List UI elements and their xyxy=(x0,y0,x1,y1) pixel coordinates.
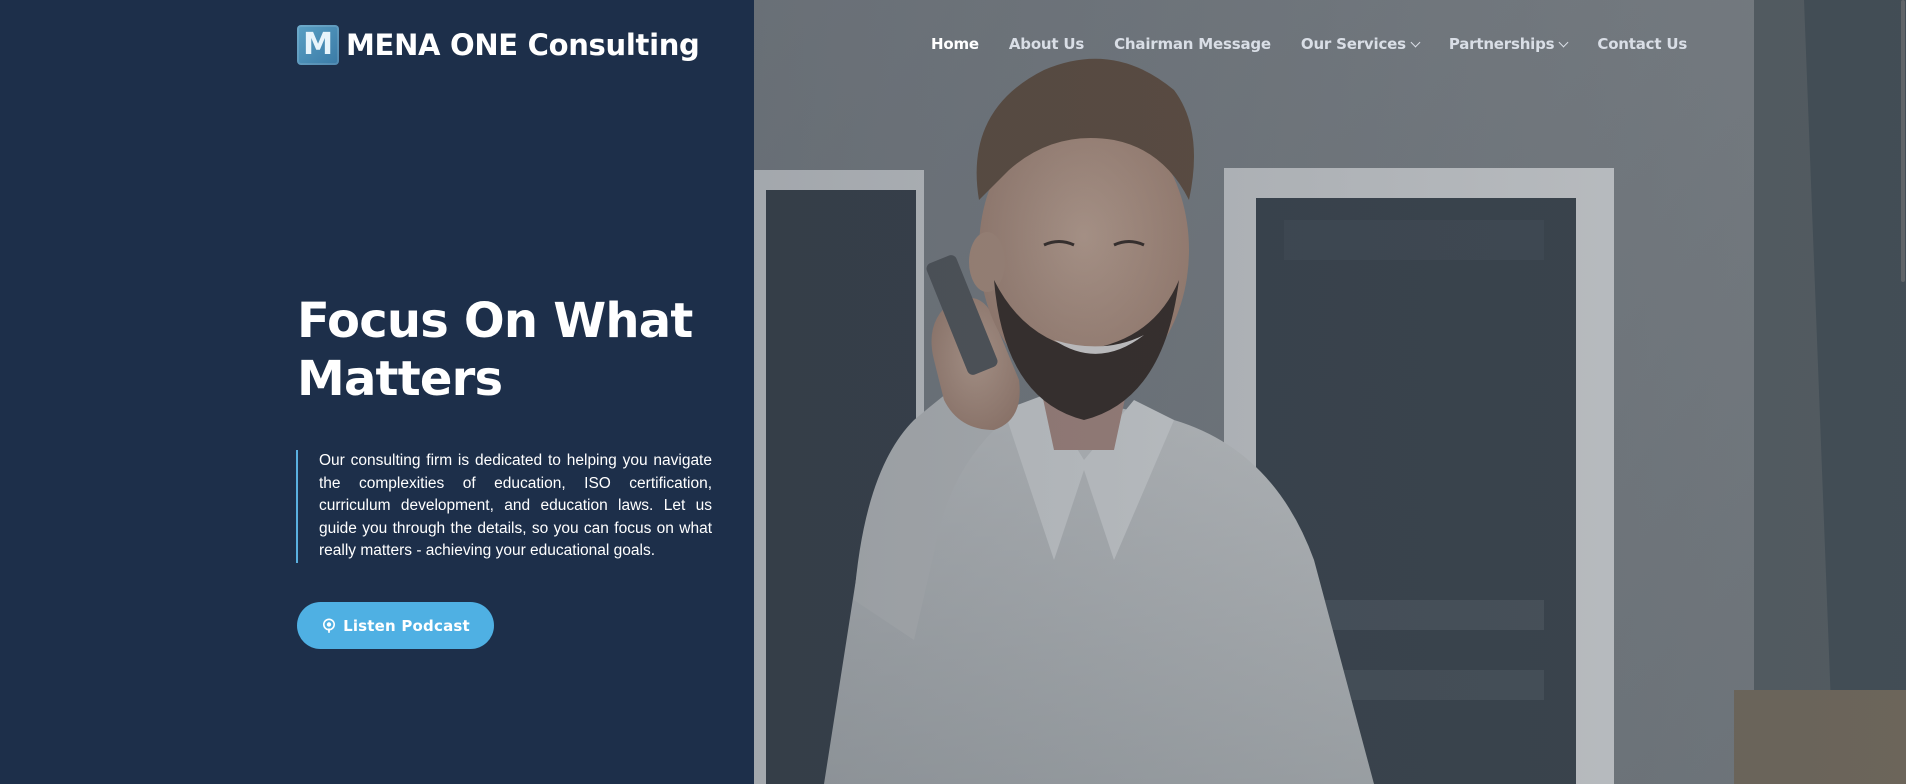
page-scrollbar[interactable] xyxy=(1900,0,1906,784)
nav-item-label: Our Services xyxy=(1300,35,1406,53)
nav-item-label: Contact Us xyxy=(1597,35,1688,53)
nav-item-label: Home xyxy=(931,35,979,53)
hero-title-line-1: Focus On What xyxy=(297,293,693,349)
hero-title: Focus On What Matters xyxy=(297,292,727,408)
nav-item-contact-us[interactable]: Contact Us xyxy=(1597,35,1687,53)
nav-item-our-services[interactable]: Our Services xyxy=(1300,35,1421,53)
listen-podcast-label: Listen Podcast xyxy=(343,616,470,635)
main-nav: Home About Us Chairman Message Our Servi… xyxy=(931,35,1687,53)
nav-item-home[interactable]: Home xyxy=(931,35,979,53)
nav-item-label: About Us xyxy=(1008,35,1085,53)
nav-item-label: Partnerships xyxy=(1448,35,1555,53)
hero-title-line-2: Matters xyxy=(297,351,503,407)
logo-mark-icon: M xyxy=(297,25,339,65)
nav-item-partnerships[interactable]: Partnerships xyxy=(1448,35,1569,53)
nav-item-chairman-message[interactable]: Chairman Message xyxy=(1114,35,1271,53)
chevron-down-icon xyxy=(1410,37,1421,47)
scrollbar-thumb[interactable] xyxy=(1901,0,1905,282)
nav-item-about-us[interactable]: About Us xyxy=(1009,35,1084,53)
chevron-down-icon xyxy=(1558,37,1569,47)
page: M MENA ONE Consulting Home About Us Chai… xyxy=(0,0,1906,784)
brand-name: MENA ONE Consulting xyxy=(346,28,700,62)
podcast-icon xyxy=(323,618,336,633)
nav-item-label: Chairman Message xyxy=(1114,35,1271,53)
hero-description: Our consulting firm is dedicated to help… xyxy=(296,450,712,563)
hero-description-text: Our consulting firm is dedicated to help… xyxy=(319,452,712,559)
hero-image xyxy=(754,0,1906,784)
listen-podcast-button[interactable]: Listen Podcast xyxy=(297,602,494,649)
brand-logo[interactable]: M MENA ONE Consulting xyxy=(297,25,700,65)
